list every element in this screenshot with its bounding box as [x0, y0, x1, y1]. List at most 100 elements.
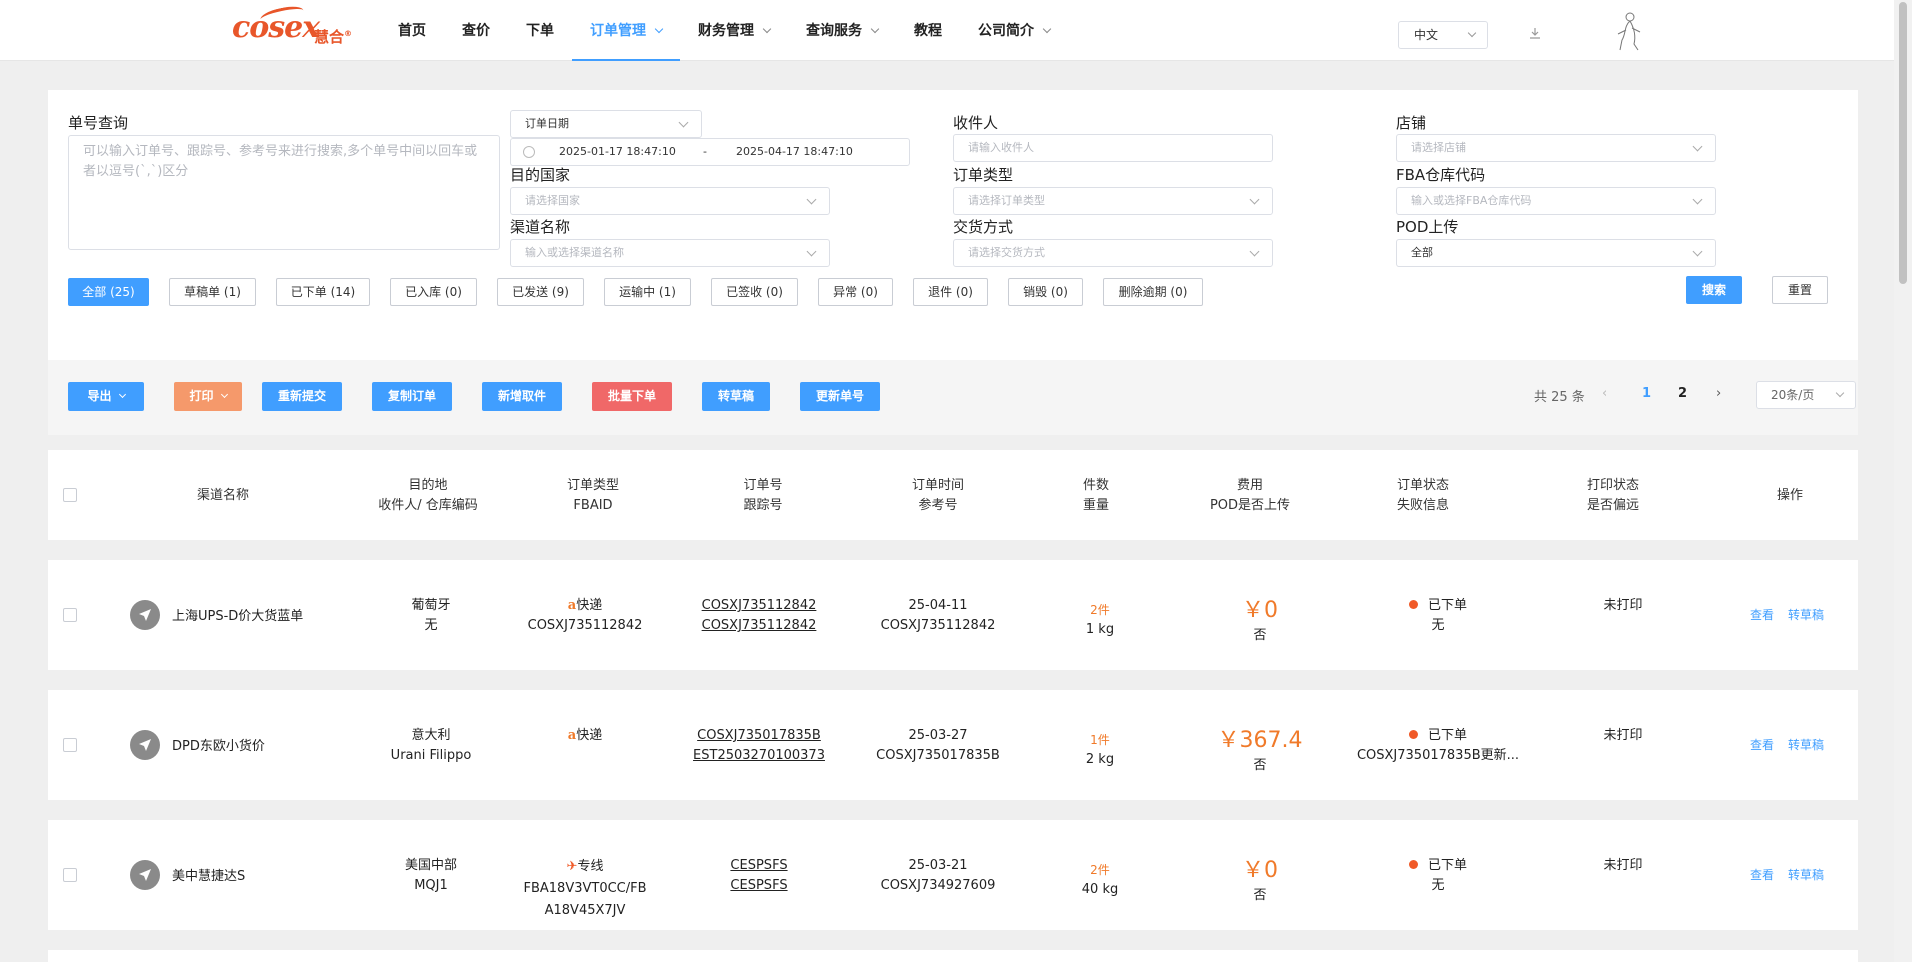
- date-range-picker[interactable]: 2025-01-17 18:47:10 - 2025-04-17 18:47:1…: [510, 138, 910, 166]
- fee: ￥367.4 否: [1217, 728, 1303, 773]
- copy-order-button[interactable]: 复制订单: [372, 382, 452, 411]
- chevron-down-icon: [1692, 246, 1703, 257]
- filter-panel: 单号查询 可以输入订单号、跟踪号、参考号来进行搜索,多个单号中间以回车或者以逗号…: [48, 90, 1858, 360]
- tab-in-warehouse[interactable]: 已入库 (0): [390, 278, 477, 306]
- row-checkbox[interactable]: [63, 608, 77, 622]
- avatar-icon[interactable]: [1612, 10, 1646, 52]
- col-order-time: 订单时间 参考号: [911, 478, 965, 513]
- prev-page-icon[interactable]: ‹: [1602, 386, 1607, 401]
- order-type: a快递 COSXJ735112842: [527, 598, 643, 633]
- to-draft-link[interactable]: 转草稿: [1788, 608, 1824, 622]
- nav-query-service[interactable]: 查询服务: [788, 0, 896, 60]
- tab-draft[interactable]: 草稿单 (1): [169, 278, 256, 306]
- select-all-checkbox[interactable]: [63, 488, 77, 502]
- nav-home[interactable]: 首页: [380, 0, 444, 60]
- batch-order-button[interactable]: 批量下单: [592, 382, 672, 411]
- country-select[interactable]: 请选择国家: [510, 187, 830, 215]
- tab-returned[interactable]: 退件 (0): [913, 278, 988, 306]
- order-numbers[interactable]: COSXJ735017835B EST2503270100373: [693, 726, 825, 766]
- receiver-label: 收件人: [953, 114, 999, 132]
- to-draft-link[interactable]: 转草稿: [1788, 868, 1824, 882]
- row-ops: 查看 转草稿: [1750, 736, 1838, 753]
- print-button[interactable]: 打印: [174, 382, 242, 411]
- nav-tutorial[interactable]: 教程: [896, 0, 960, 60]
- tab-ordered[interactable]: 已下单 (14): [276, 278, 370, 306]
- reset-button[interactable]: 重置: [1772, 276, 1828, 304]
- vertical-scrollbar[interactable]: [1894, 0, 1912, 962]
- send-icon: [130, 860, 160, 890]
- date-type-select[interactable]: 订单日期: [510, 110, 702, 138]
- chevron-down-icon: [806, 194, 817, 205]
- channel-name: 美中慧捷达S: [172, 869, 246, 884]
- order-numbers[interactable]: COSXJ735112842 COSXJ735112842: [702, 596, 817, 636]
- download-icon[interactable]: [1528, 26, 1542, 40]
- view-link[interactable]: 查看: [1750, 608, 1774, 622]
- view-link[interactable]: 查看: [1750, 868, 1774, 882]
- page-size-select[interactable]: 20条/页: [1756, 381, 1856, 409]
- language-select[interactable]: 中文: [1398, 21, 1488, 49]
- update-no-button[interactable]: 更新单号: [800, 382, 880, 411]
- chevron-down-icon: [654, 24, 664, 34]
- row-checkbox[interactable]: [63, 868, 77, 882]
- table-header: 渠道名称 目的地 收件人/ 仓库编码 订单类型 FBAID 订单号 跟踪号 订单时间参…: [48, 450, 1858, 540]
- view-link[interactable]: 查看: [1750, 738, 1774, 752]
- resubmit-button[interactable]: 重新提交: [262, 382, 342, 411]
- order-numbers[interactable]: CESPSFS CESPSFS: [730, 856, 787, 896]
- print-status: 未打印: [1603, 858, 1643, 873]
- tab-exception[interactable]: 异常 (0): [818, 278, 893, 306]
- to-draft-button[interactable]: 转草稿: [702, 382, 770, 411]
- tab-deleted-overdue[interactable]: 删除逾期 (0): [1103, 278, 1203, 306]
- nav-company[interactable]: 公司简介: [960, 0, 1068, 60]
- order-time: 25-03-21 COSXJ734927609: [880, 858, 996, 893]
- nav-order[interactable]: 下单: [508, 0, 572, 60]
- tab-sent[interactable]: 已发送 (9): [497, 278, 584, 306]
- chevron-down-icon: [678, 117, 689, 128]
- channel-select[interactable]: 输入或选择渠道名称: [510, 239, 830, 267]
- add-pickup-button[interactable]: 新增取件: [482, 382, 562, 411]
- col-order-no: 订单号 跟踪号: [743, 478, 783, 513]
- tab-signed[interactable]: 已签收 (0): [711, 278, 798, 306]
- date-end[interactable]: 2025-04-17 18:47:10: [736, 139, 853, 165]
- nav-finance[interactable]: 财务管理: [680, 0, 788, 60]
- status-dot: [1408, 600, 1418, 609]
- tab-in-transit[interactable]: 运输中 (1): [604, 278, 691, 306]
- language-value: 中文: [1414, 28, 1439, 42]
- qty-weight: 2件 40 kg: [1081, 863, 1119, 897]
- amazon-icon: a: [567, 598, 577, 613]
- page-1[interactable]: 1: [1642, 386, 1651, 401]
- pod-select[interactable]: 全部: [1396, 239, 1716, 267]
- nav-price[interactable]: 查价: [444, 0, 508, 60]
- order-no-textarea[interactable]: 可以输入订单号、跟踪号、参考号来进行搜索,多个单号中间以回车或者以逗号(`,`)…: [68, 135, 500, 250]
- search-button[interactable]: 搜索: [1686, 276, 1742, 304]
- tab-all[interactable]: 全部 (25): [68, 278, 149, 306]
- chevron-down-icon: [1249, 246, 1260, 257]
- delivery-label: 交货方式: [953, 218, 1014, 236]
- qty-weight: 2件 1 kg: [1085, 603, 1115, 637]
- export-button[interactable]: 导出: [68, 382, 144, 411]
- country-label: 目的国家: [510, 166, 571, 184]
- order-type-select[interactable]: 请选择订单类型: [953, 187, 1273, 215]
- send-icon: [130, 730, 160, 760]
- chevron-down-icon: [1835, 388, 1845, 398]
- order-status: 已下单无: [1408, 856, 1467, 896]
- date-start[interactable]: 2025-01-17 18:47:10: [559, 139, 676, 165]
- tab-destroyed[interactable]: 销毁 (0): [1008, 278, 1083, 306]
- order-no-label: 单号查询: [68, 114, 129, 132]
- print-status: 未打印: [1603, 728, 1643, 743]
- nav-order-management[interactable]: 订单管理: [572, 0, 680, 61]
- delivery-select[interactable]: 请选择交货方式: [953, 239, 1273, 267]
- shop-select[interactable]: 请选择店铺: [1396, 134, 1716, 162]
- receiver-input[interactable]: 请输入收件人: [953, 134, 1273, 162]
- print-status: 未打印: [1603, 598, 1643, 613]
- brand-logo[interactable]: cosex 慧合®: [232, 3, 352, 48]
- page-2[interactable]: 2: [1678, 386, 1687, 401]
- table-row: 美中慧捷达S 美国中部 MQJ1 ✈专线 FBA18V3VT0CC/FB A18V45…: [48, 820, 1858, 930]
- next-page-icon[interactable]: ›: [1716, 386, 1721, 401]
- scrollbar-thumb[interactable]: [1899, 2, 1907, 284]
- to-draft-link[interactable]: 转草稿: [1788, 738, 1824, 752]
- row-checkbox[interactable]: [63, 738, 77, 752]
- chevron-down-icon: [118, 390, 126, 399]
- order-type: a快递: [567, 728, 603, 743]
- fba-select[interactable]: 输入或选择FBA仓库代码: [1396, 187, 1716, 215]
- table-row: DPD东欧小货价 意大利 Urani Filippo a快递 COSXJ73501…: [48, 690, 1858, 800]
